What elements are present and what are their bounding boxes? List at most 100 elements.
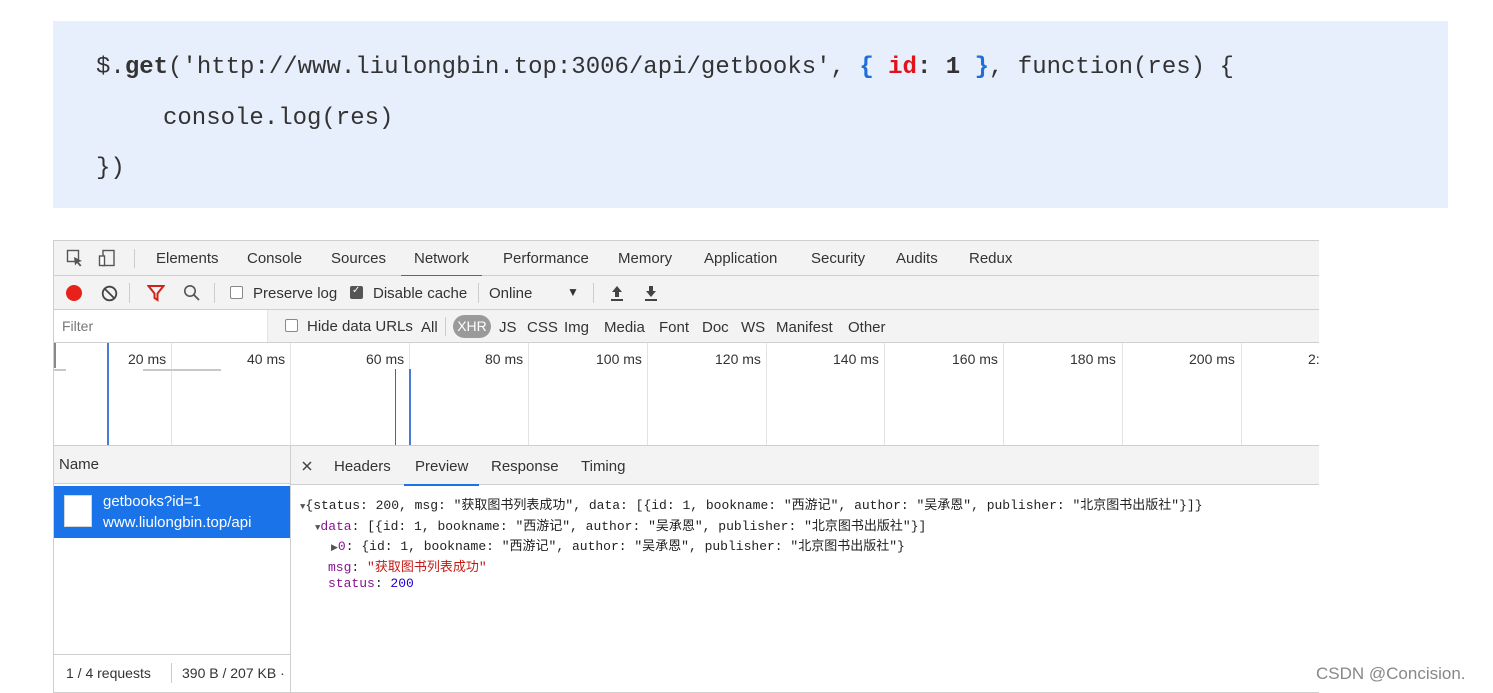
timeline-tick: 120 ms bbox=[715, 351, 761, 367]
divider bbox=[134, 249, 135, 268]
timeline-tick: 2: bbox=[1308, 351, 1319, 367]
filter-type-all[interactable]: All bbox=[421, 319, 438, 336]
filter-type-font[interactable]: Font bbox=[659, 319, 689, 336]
filter-input[interactable]: Filter bbox=[54, 310, 268, 342]
request-list: Name getbooks?id=1 www.liulongbin.top/ap… bbox=[54, 446, 291, 692]
divider bbox=[593, 283, 594, 303]
code-line-2: console.log(res) bbox=[163, 105, 394, 132]
grid-line bbox=[290, 343, 291, 445]
throttle-select[interactable]: Online bbox=[489, 285, 532, 302]
timeline-tick: 160 ms bbox=[952, 351, 998, 367]
devtools-panel: Elements Console Sources Network Perform… bbox=[53, 240, 1319, 693]
tab-memory[interactable]: Memory bbox=[618, 250, 672, 267]
download-icon[interactable] bbox=[643, 284, 659, 302]
inspect-element-icon[interactable] bbox=[66, 249, 84, 267]
filter-type-other[interactable]: Other bbox=[848, 319, 886, 336]
search-icon[interactable] bbox=[183, 284, 201, 302]
grid-line bbox=[1122, 343, 1123, 445]
filter-bar: Filter Hide data URLs All XHR JS CSS Img… bbox=[54, 310, 1319, 343]
timeline-marker bbox=[54, 343, 56, 368]
tab-timing[interactable]: Timing bbox=[581, 458, 625, 475]
filter-type-css[interactable]: CSS bbox=[527, 319, 558, 336]
timeline-tick: 180 ms bbox=[1070, 351, 1116, 367]
hide-data-urls-label: Hide data URLs bbox=[307, 318, 413, 335]
tab-response[interactable]: Response bbox=[491, 458, 559, 475]
tab-redux[interactable]: Redux bbox=[969, 250, 1012, 267]
filter-icon[interactable] bbox=[147, 284, 165, 302]
filter-type-doc[interactable]: Doc bbox=[702, 319, 729, 336]
grid-line bbox=[528, 343, 529, 445]
code-token: $. bbox=[96, 54, 125, 81]
watermark: CSDN @Concision. bbox=[1316, 664, 1466, 683]
divider bbox=[445, 317, 446, 336]
timeline-bar bbox=[143, 369, 221, 371]
code-line-3: }) bbox=[96, 155, 125, 182]
tab-security[interactable]: Security bbox=[811, 250, 865, 267]
network-toolbar: Preserve log Disable cache Online ▼ bbox=[54, 276, 1319, 310]
code-token: 1 bbox=[945, 54, 961, 81]
code-token: { bbox=[859, 54, 874, 81]
filter-type-media[interactable]: Media bbox=[604, 319, 645, 336]
preview-root[interactable]: ▼{status: 200, msg: "获取图书列表成功", data: [{… bbox=[300, 494, 1203, 513]
file-icon bbox=[64, 495, 92, 527]
clear-icon[interactable] bbox=[101, 285, 118, 302]
timeline-tick: 200 ms bbox=[1189, 351, 1235, 367]
filter-type-manifest[interactable]: Manifest bbox=[776, 319, 833, 336]
tab-network[interactable]: Network bbox=[401, 250, 483, 277]
grid-line bbox=[884, 343, 885, 445]
network-status-bar: 1 / 4 requests 390 B / 207 KB · bbox=[54, 654, 290, 692]
preserve-log-label: Preserve log bbox=[253, 285, 338, 302]
filter-type-js[interactable]: JS bbox=[499, 319, 517, 336]
preview-status: status: 200 bbox=[328, 576, 414, 591]
tab-console[interactable]: Console bbox=[247, 250, 302, 267]
record-icon[interactable] bbox=[65, 284, 83, 302]
tab-elements[interactable]: Elements bbox=[156, 250, 219, 267]
device-toolbar-icon[interactable] bbox=[98, 249, 116, 267]
timeline-bar bbox=[54, 369, 66, 371]
close-icon[interactable] bbox=[302, 461, 312, 471]
timeline-overview[interactable]: 20 ms 40 ms 60 ms 80 ms 100 ms 120 ms 14… bbox=[54, 343, 1319, 446]
preview-item-node[interactable]: ▶0: {id: 1, bookname: "西游记", author: "吴承… bbox=[331, 535, 905, 554]
tab-preview[interactable]: Preview bbox=[404, 458, 480, 486]
tab-performance[interactable]: Performance bbox=[503, 250, 589, 267]
filter-type-img[interactable]: Img bbox=[564, 319, 589, 336]
code-line-1: $.get('http://www.liulongbin.top:3006/ap… bbox=[96, 54, 1234, 81]
detail-tab-bar: Headers Preview Response Timing bbox=[291, 446, 1319, 486]
timeline-tick: 100 ms bbox=[596, 351, 642, 367]
json-key: msg bbox=[328, 560, 352, 575]
upload-icon[interactable] bbox=[609, 284, 625, 302]
filter-type-ws[interactable]: WS bbox=[741, 319, 765, 336]
divider bbox=[129, 283, 130, 303]
preview-data-node[interactable]: ▼data: [{id: 1, bookname: "西游记", author:… bbox=[315, 515, 926, 534]
name-column-header[interactable]: Name bbox=[54, 446, 290, 484]
grid-line bbox=[647, 343, 648, 445]
preserve-log-checkbox[interactable] bbox=[230, 286, 243, 299]
request-host: www.liulongbin.top/api bbox=[103, 514, 252, 531]
tab-sources[interactable]: Sources bbox=[331, 250, 386, 267]
code-token: ('http://www.liulongbin.top:3006/api/get… bbox=[168, 54, 860, 81]
request-row[interactable]: getbooks?id=1 www.liulongbin.top/api bbox=[54, 486, 290, 538]
tab-headers[interactable]: Headers bbox=[334, 458, 391, 475]
grid-line bbox=[1241, 343, 1242, 445]
grid-line bbox=[766, 343, 767, 445]
disable-cache-label: Disable cache bbox=[373, 285, 468, 302]
divider bbox=[171, 663, 172, 683]
tab-application[interactable]: Application bbox=[704, 250, 777, 267]
json-value: : [{id: 1, bookname: "西游记", author: "吴承恩… bbox=[351, 519, 927, 534]
dom-content-loaded-line bbox=[107, 343, 109, 445]
collapse-triangle-icon[interactable]: ▶ bbox=[331, 543, 338, 553]
timeline-tick: 140 ms bbox=[833, 351, 879, 367]
json-key: data bbox=[320, 519, 352, 534]
json-value: "获取图书列表成功" bbox=[367, 560, 487, 575]
hide-data-urls-checkbox[interactable] bbox=[285, 319, 298, 332]
divider bbox=[478, 283, 479, 303]
filter-type-xhr[interactable]: XHR bbox=[453, 315, 491, 338]
devtools-tab-bar: Elements Console Sources Network Perform… bbox=[54, 241, 1319, 277]
disable-cache-checkbox[interactable] bbox=[350, 285, 363, 299]
chevron-down-icon[interactable]: ▼ bbox=[567, 285, 579, 299]
tab-audits[interactable]: Audits bbox=[896, 250, 938, 267]
code-token: , function(res) { bbox=[989, 54, 1234, 81]
code-token: : bbox=[916, 54, 946, 81]
json-key: status bbox=[328, 576, 375, 591]
json-value: : {id: 1, bookname: "西游记", author: "吴承恩"… bbox=[345, 539, 905, 554]
